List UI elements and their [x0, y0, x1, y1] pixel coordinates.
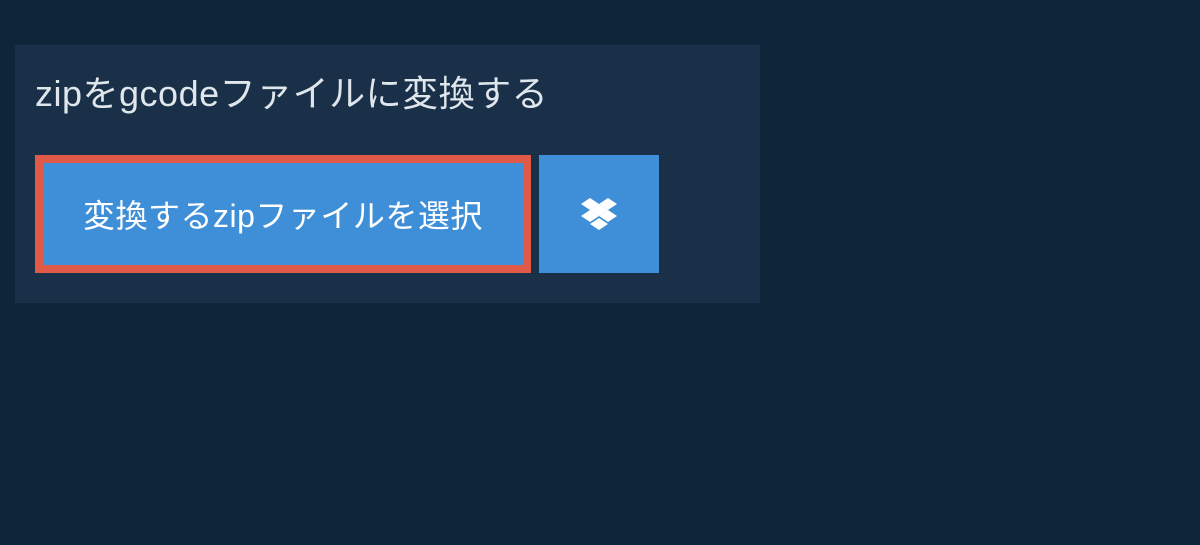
page-title: zipをgcodeファイルに変換する — [35, 65, 548, 117]
converter-panel: zipをgcodeファイルに変換する 変換するzipファイルを選択 — [15, 45, 760, 303]
select-file-button[interactable]: 変換するzipファイルを選択 — [35, 155, 531, 273]
dropbox-icon — [581, 198, 617, 230]
select-file-label: 変換するzipファイルを選択 — [83, 191, 483, 237]
dropbox-button[interactable] — [539, 155, 659, 273]
heading-wrapper: zipをgcodeファイルに変換する — [15, 45, 568, 135]
button-row: 変換するzipファイルを選択 — [15, 135, 760, 303]
